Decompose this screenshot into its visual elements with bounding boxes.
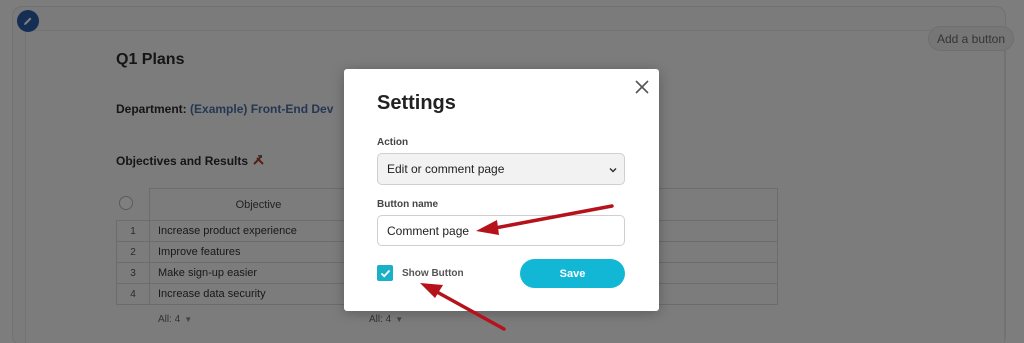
- modal-title: Settings: [377, 92, 456, 114]
- checkmark-icon: [380, 269, 390, 277]
- chevron-down-icon: [608, 164, 618, 178]
- action-label: Action: [377, 137, 409, 148]
- show-button-label[interactable]: Show Button: [402, 268, 464, 279]
- action-select[interactable]: Edit or comment page: [377, 153, 625, 185]
- save-button[interactable]: Save: [520, 259, 625, 288]
- button-name-input[interactable]: [377, 215, 625, 246]
- show-button-checkbox[interactable]: [377, 265, 393, 281]
- settings-modal: Settings Action Edit or comment page But…: [344, 69, 659, 311]
- close-icon[interactable]: [632, 77, 652, 97]
- button-name-label: Button name: [377, 199, 439, 210]
- action-select-value: Edit or comment page: [387, 162, 505, 176]
